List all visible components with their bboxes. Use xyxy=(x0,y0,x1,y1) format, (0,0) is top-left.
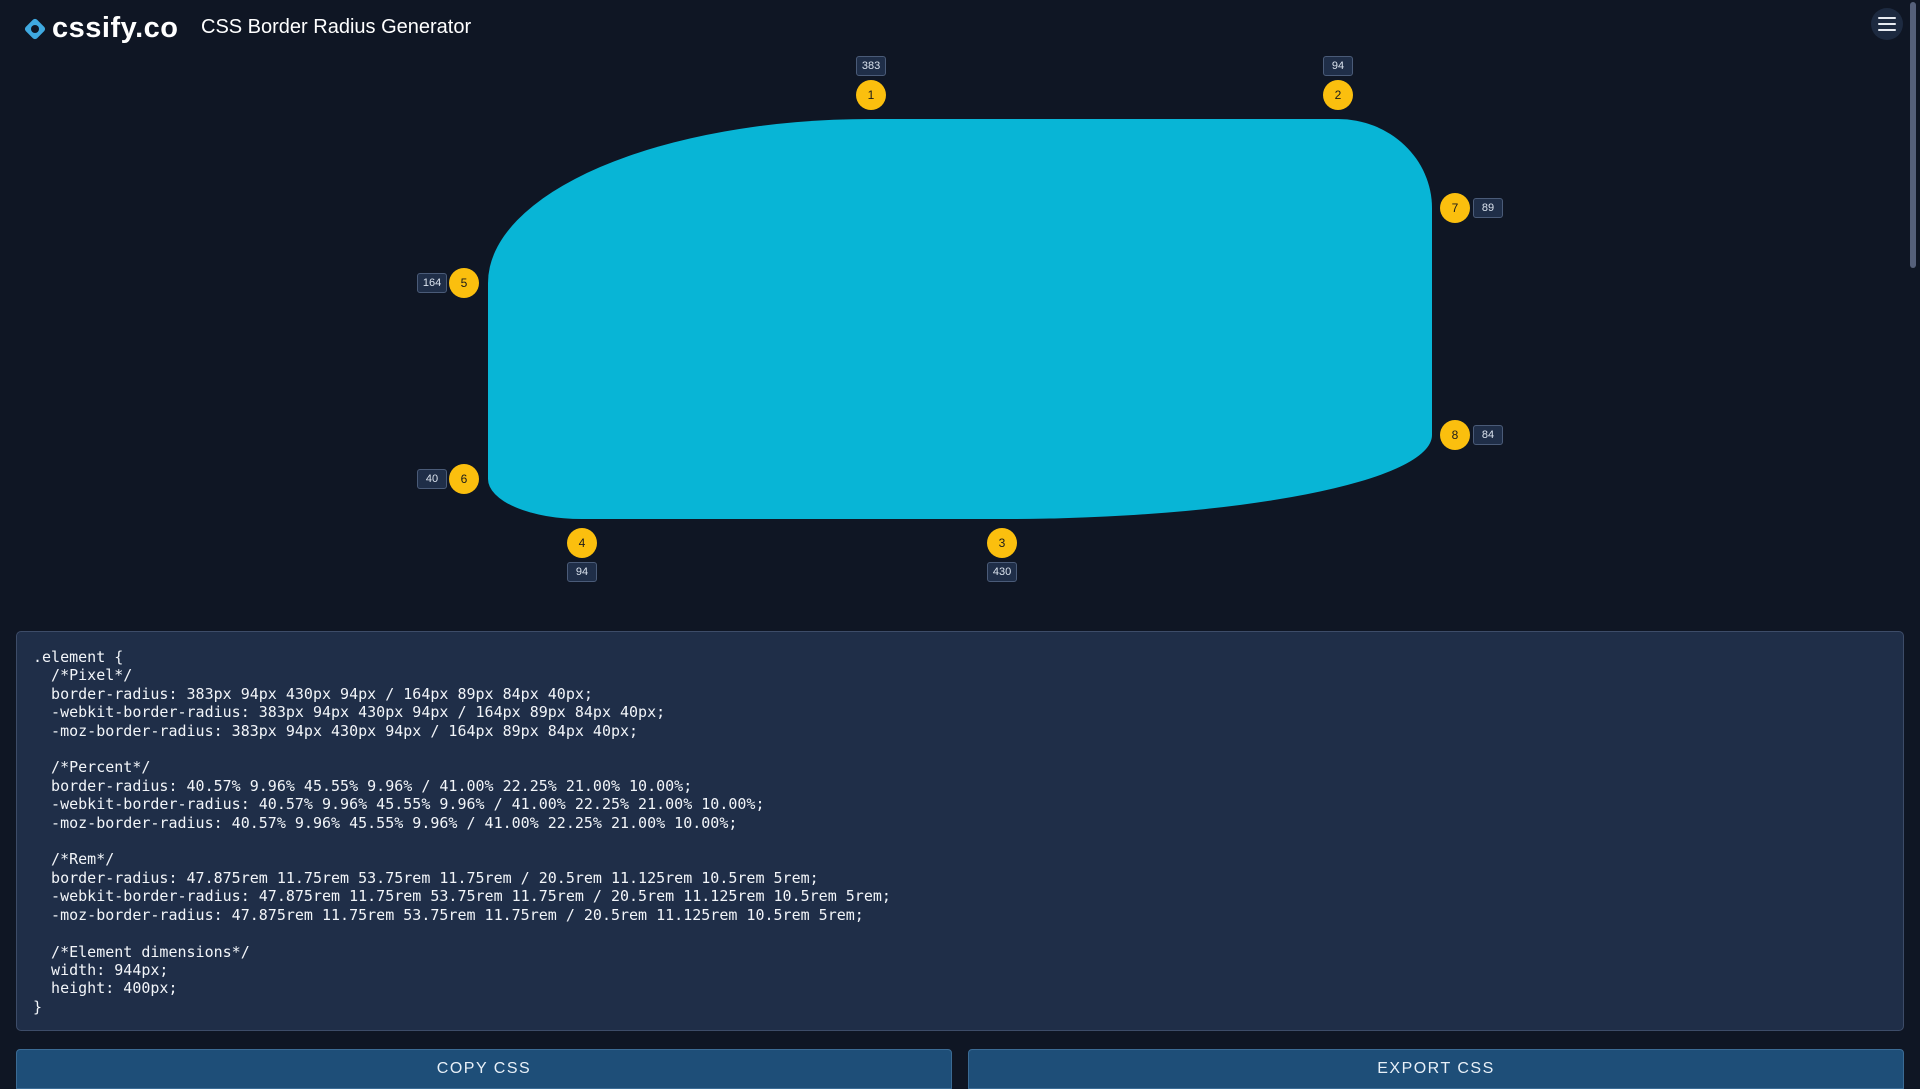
radius-handle-3[interactable]: 3 xyxy=(987,528,1017,558)
radius-value-7: 89 xyxy=(1473,198,1503,218)
export-css-button[interactable]: EXPORT CSS xyxy=(968,1049,1904,1089)
radius-value-6: 40 xyxy=(417,469,447,489)
radius-handle-7[interactable]: 7 xyxy=(1440,193,1470,223)
radius-value-3: 430 xyxy=(987,562,1017,582)
app-header: cssify.co CSS Border Radius Generator xyxy=(0,0,1903,56)
copy-css-button[interactable]: COPY CSS xyxy=(16,1049,952,1089)
css-output-code[interactable]: .element { /*Pixel*/ border-radius: 383p… xyxy=(33,648,1887,1016)
scrollbar-thumb[interactable] xyxy=(1910,2,1916,268)
radius-handle-5[interactable]: 5 xyxy=(449,268,479,298)
diamond-logo-icon xyxy=(24,18,46,39)
radius-value-2: 94 xyxy=(1323,56,1353,76)
radius-handle-8[interactable]: 8 xyxy=(1440,420,1470,450)
page-title: CSS Border Radius Generator xyxy=(201,16,472,38)
radius-handle-2[interactable]: 2 xyxy=(1323,80,1353,110)
radius-handle-6[interactable]: 6 xyxy=(449,464,479,494)
radius-value-1: 383 xyxy=(856,56,886,76)
radius-value-5: 164 xyxy=(417,273,447,293)
radius-handle-1[interactable]: 1 xyxy=(856,80,886,110)
hamburger-menu-icon xyxy=(1878,17,1896,31)
brand-name: cssify.co xyxy=(52,12,179,44)
preview-shape xyxy=(488,119,1432,519)
menu-button[interactable] xyxy=(1871,8,1903,40)
radius-value-4: 94 xyxy=(567,562,597,582)
css-output-textarea[interactable]: .element { /*Pixel*/ border-radius: 383p… xyxy=(16,631,1904,1031)
radius-value-8: 84 xyxy=(1473,425,1503,445)
brand-logo[interactable]: cssify.co xyxy=(22,12,178,45)
radius-handle-4[interactable]: 4 xyxy=(567,528,597,558)
